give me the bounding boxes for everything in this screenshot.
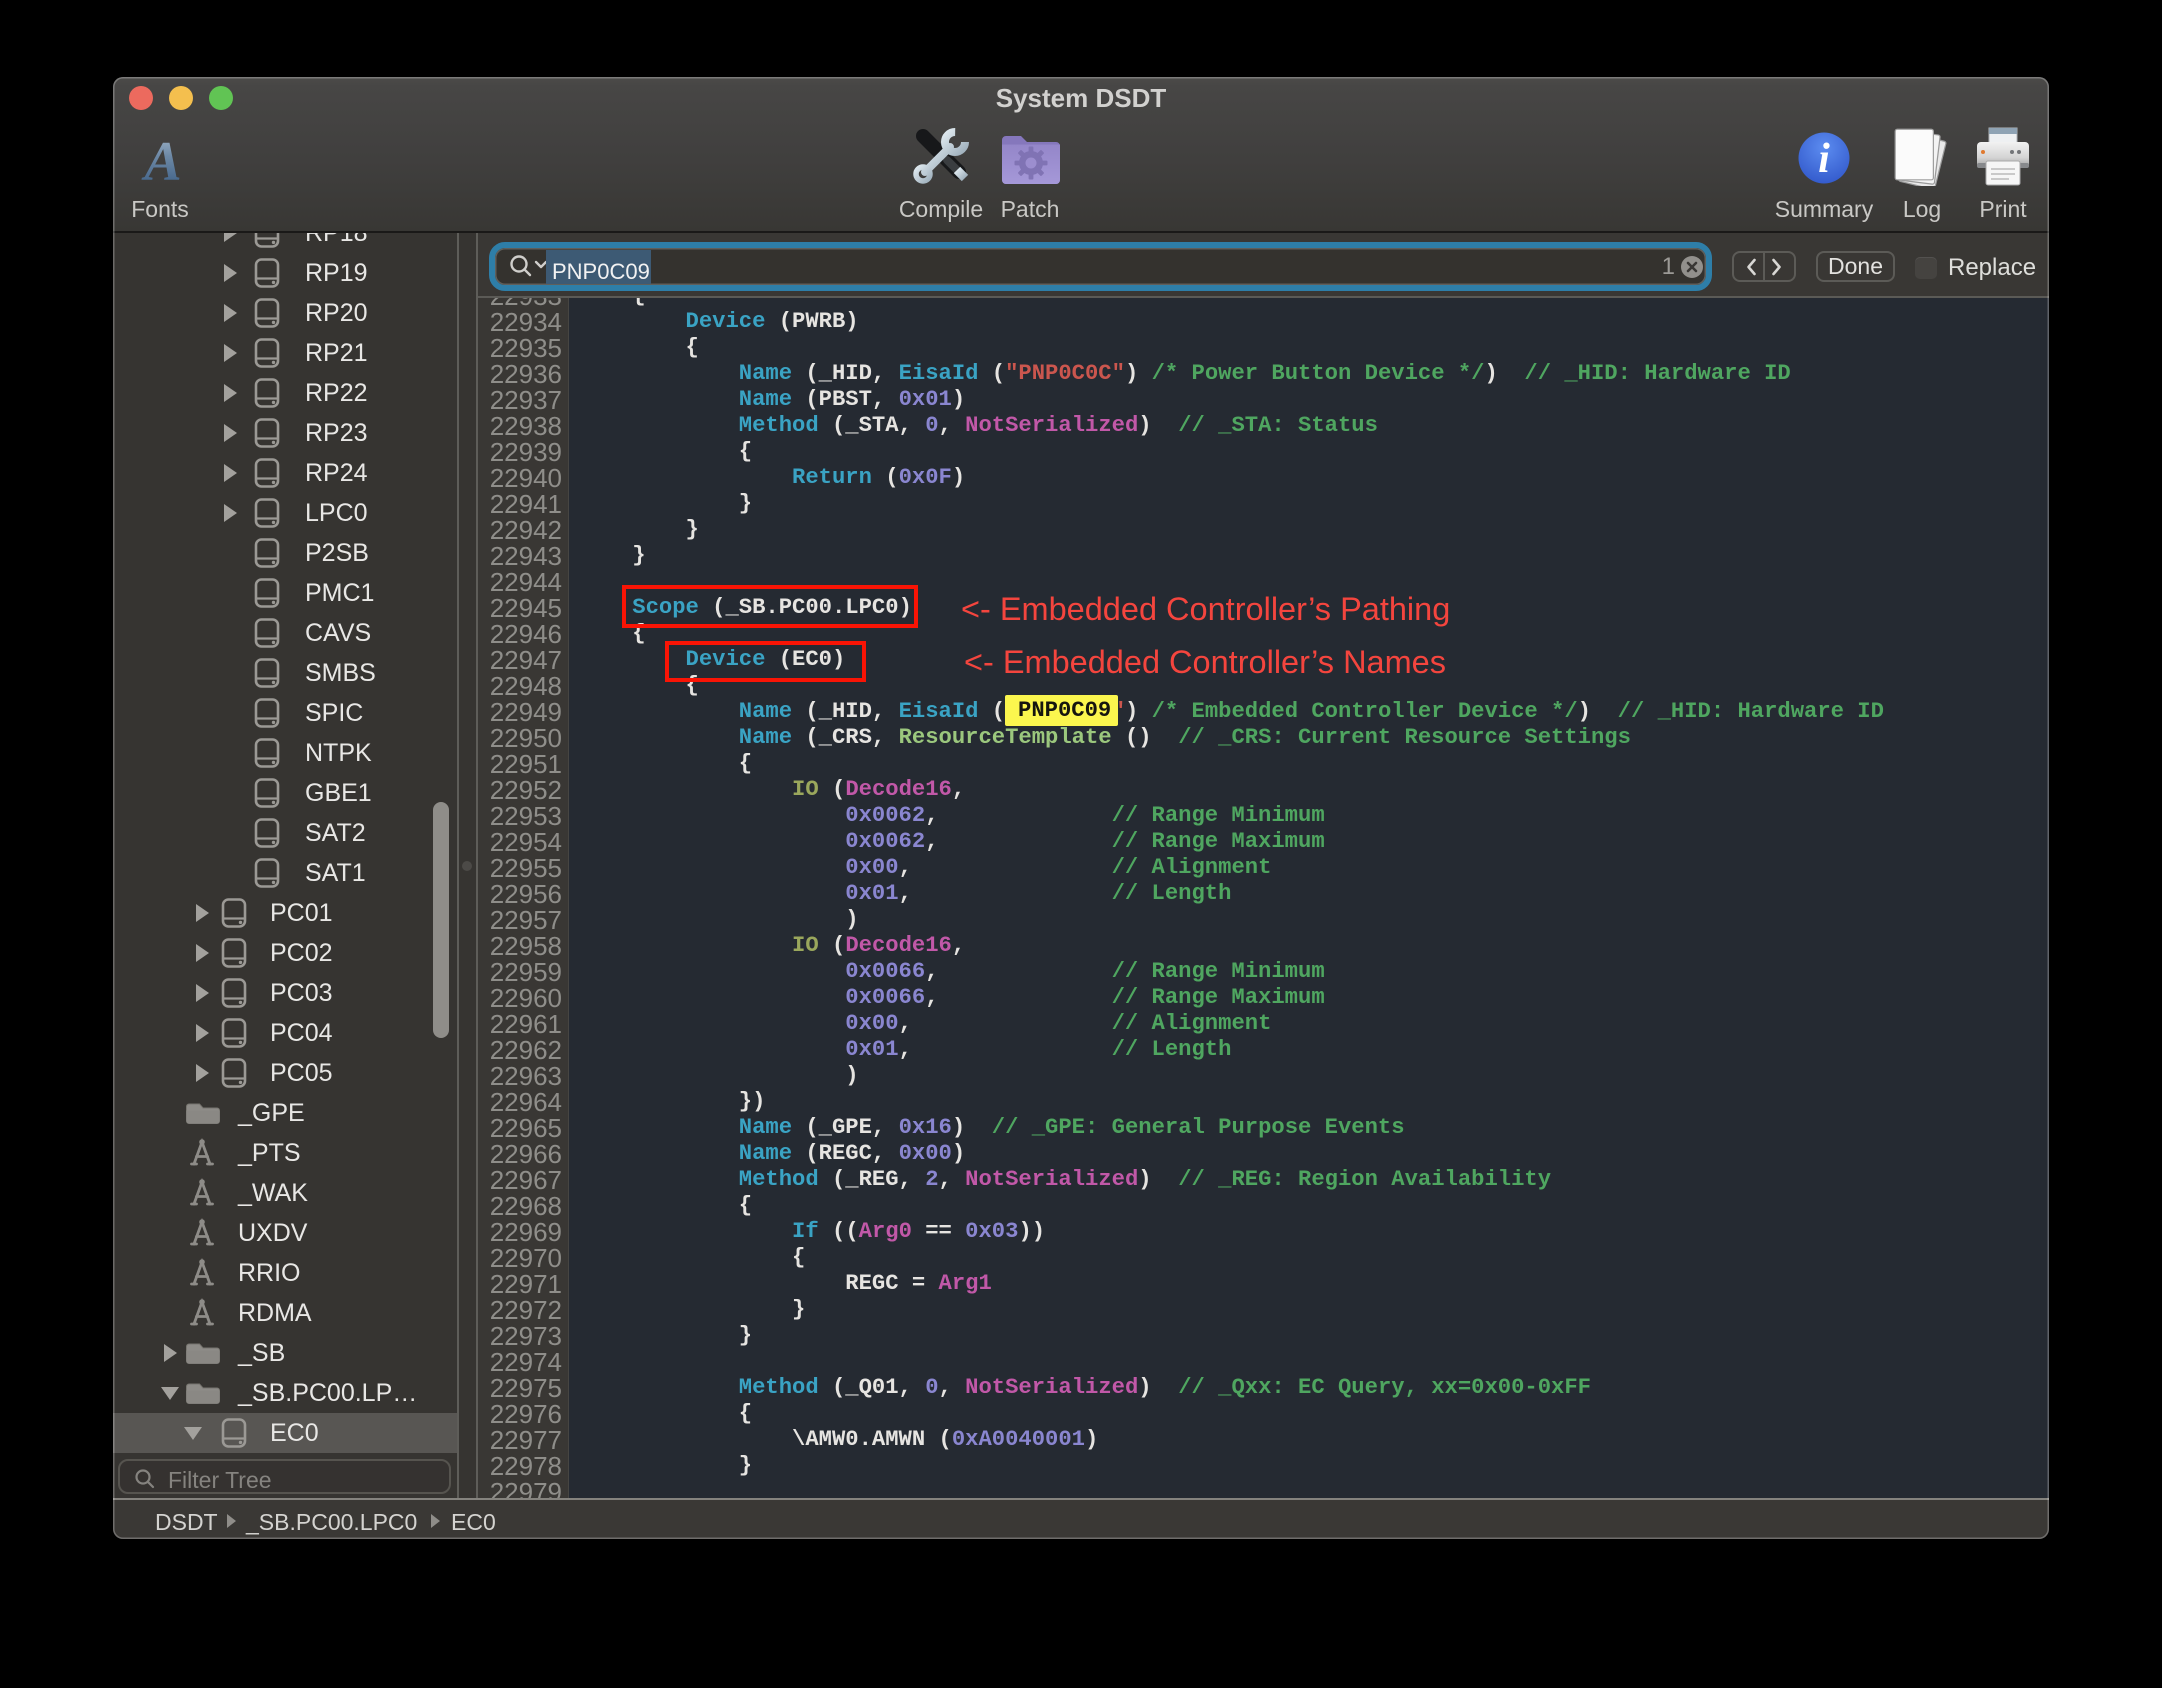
svg-text:i: i [1818, 136, 1830, 182]
